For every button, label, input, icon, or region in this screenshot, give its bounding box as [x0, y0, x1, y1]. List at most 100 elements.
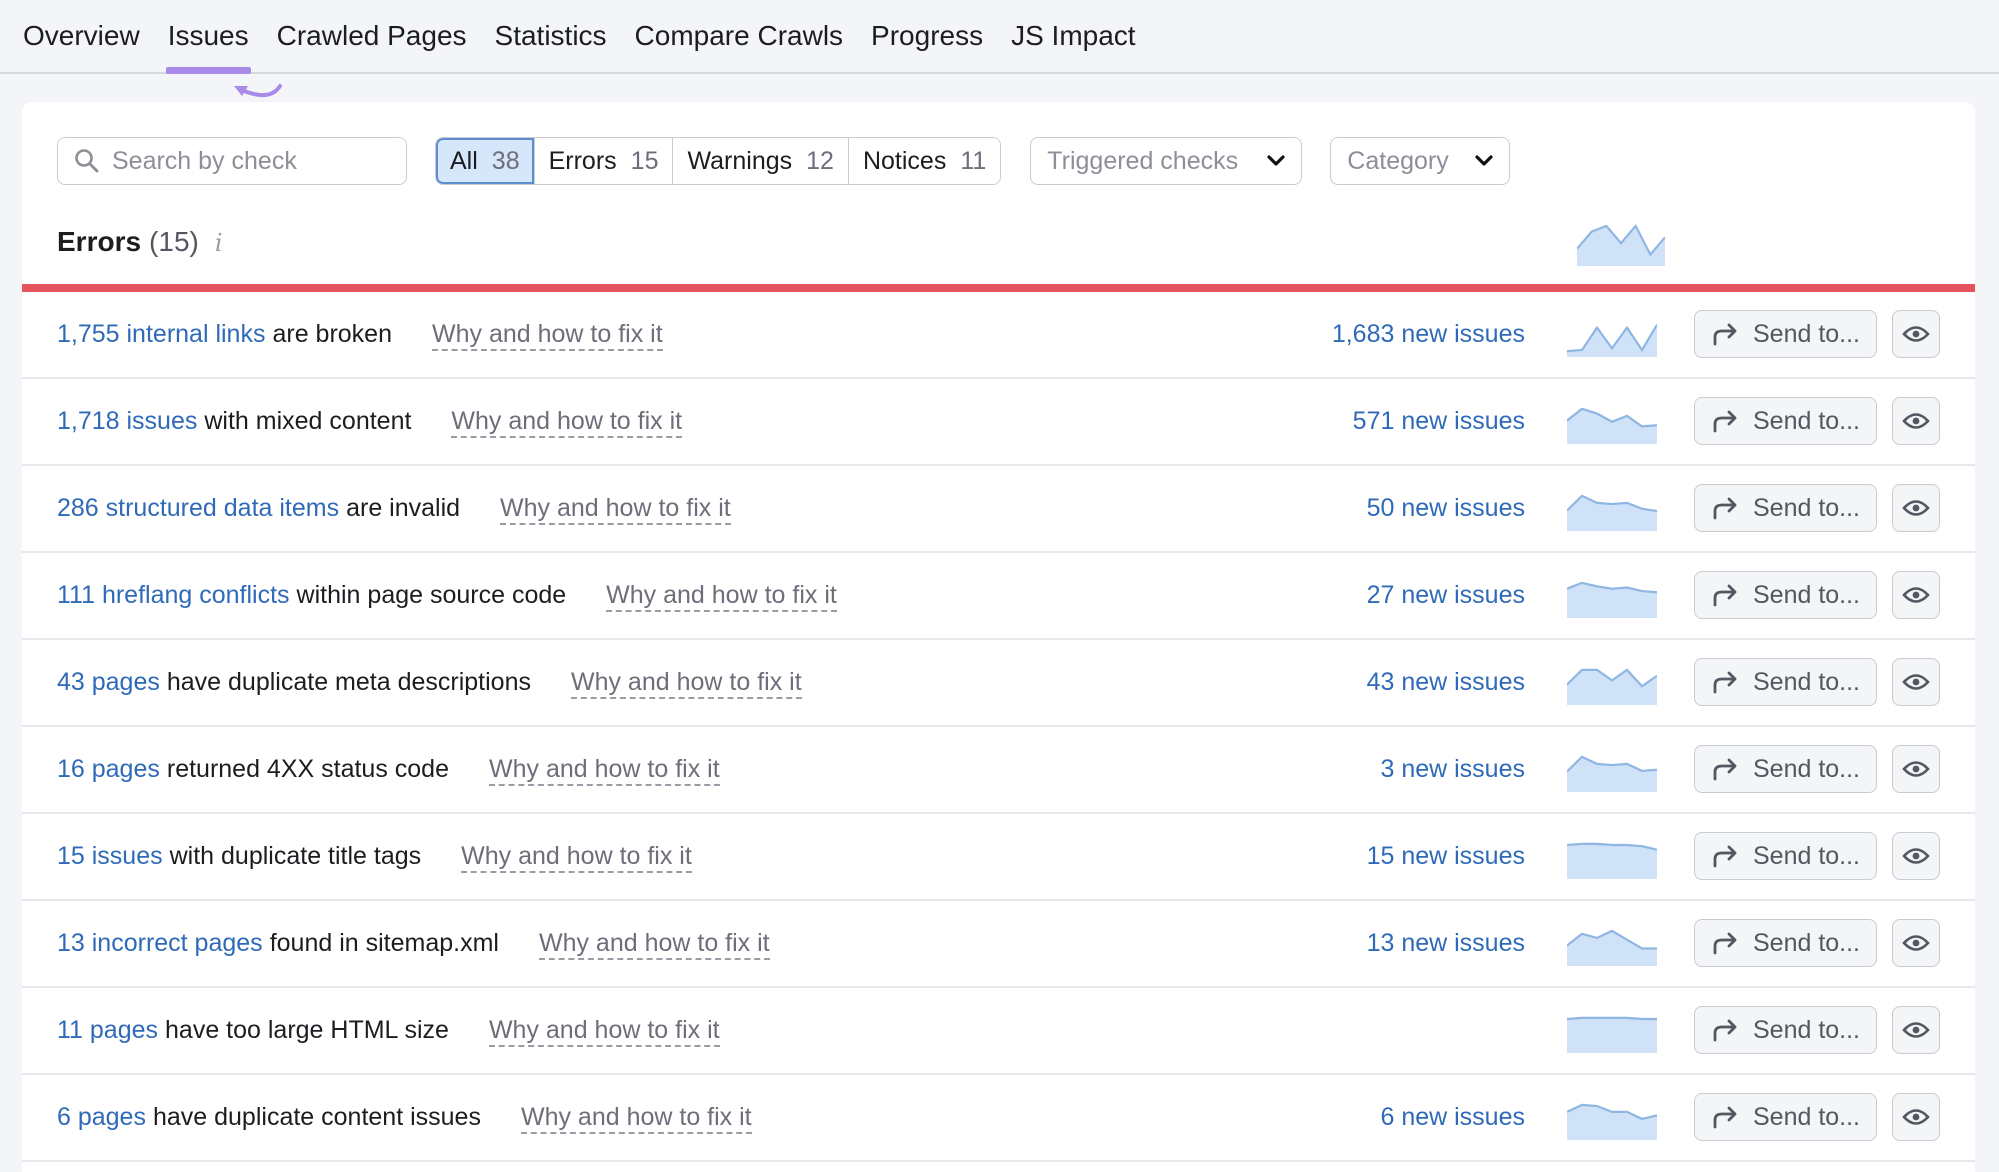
issue-description: 43 pages have duplicate meta description…: [57, 640, 802, 725]
why-and-how-to-fix-link[interactable]: Why and how to fix it: [500, 493, 731, 525]
triggered-checks-dropdown[interactable]: Triggered checks: [1030, 137, 1303, 185]
why-and-how-to-fix-link[interactable]: Why and how to fix it: [461, 841, 692, 873]
send-to-button[interactable]: Send to...: [1694, 832, 1877, 880]
eye-icon: [1902, 587, 1930, 603]
new-issues-link[interactable]: 6 new issues: [1380, 1075, 1525, 1160]
send-to-label: Send to...: [1752, 667, 1861, 696]
why-and-how-to-fix-link[interactable]: Why and how to fix it: [606, 580, 837, 612]
issue-count-link[interactable]: 11 pages: [57, 1016, 158, 1045]
send-to-label: Send to...: [1752, 580, 1861, 609]
issue-count-link[interactable]: 1,755 internal links: [57, 320, 265, 349]
new-issues-link[interactable]: 13 new issues: [1367, 901, 1525, 986]
tab-issues[interactable]: Issues: [165, 20, 251, 74]
send-to-label: Send to...: [1752, 1102, 1861, 1131]
search-box[interactable]: [57, 137, 407, 185]
tab-compare-crawls[interactable]: Compare Crawls: [635, 20, 844, 72]
filter-toolbar: All 38 Errors 15 Warnings 12 Notices 11 …: [57, 137, 1511, 185]
issue-text: have too large HTML size: [165, 1016, 449, 1044]
send-to-label: Send to...: [1752, 493, 1861, 522]
send-to-button[interactable]: Send to...: [1694, 484, 1877, 532]
issue-text: found in sitemap.xml: [269, 929, 499, 957]
sparkline-area: [1567, 756, 1657, 792]
send-to-button[interactable]: Send to...: [1694, 1006, 1877, 1054]
new-issues-link[interactable]: 27 new issues: [1367, 553, 1525, 638]
view-button[interactable]: [1892, 571, 1940, 619]
info-icon[interactable]: i: [215, 229, 223, 257]
why-and-how-to-fix-link[interactable]: Why and how to fix it: [489, 754, 720, 786]
send-to-button[interactable]: Send to...: [1694, 397, 1877, 445]
send-to-button[interactable]: Send to...: [1694, 571, 1877, 619]
search-input[interactable]: [112, 146, 392, 176]
filter-all[interactable]: All 38: [436, 138, 534, 184]
share-arrow-icon: [1713, 671, 1737, 694]
new-issues-link[interactable]: 15 new issues: [1367, 814, 1525, 899]
new-issues-link[interactable]: 43 new issues: [1367, 640, 1525, 725]
why-and-how-to-fix-link[interactable]: Why and how to fix it: [520, 1102, 752, 1134]
issue-description: 15 issues with duplicate title tags Why …: [57, 814, 692, 899]
filter-warnings[interactable]: Warnings 12: [672, 138, 848, 184]
issue-text: within page source code: [296, 581, 567, 609]
view-button[interactable]: [1892, 658, 1940, 706]
issue-count-link[interactable]: 43 pages: [57, 668, 160, 697]
issue-count-link[interactable]: 15 issues: [57, 842, 163, 871]
sparkline-area: [1567, 495, 1657, 531]
tab-statistics[interactable]: Statistics: [495, 20, 607, 72]
send-to-button[interactable]: Send to...: [1694, 658, 1877, 706]
issue-count-link[interactable]: 1,718 issues: [57, 407, 197, 436]
view-button[interactable]: [1892, 484, 1940, 532]
issue-row: 16 pages returned 4XX status code Why an…: [22, 727, 1975, 814]
tab-overview[interactable]: Overview: [23, 20, 140, 72]
new-issues-link[interactable]: 1,683 new issues: [1332, 292, 1525, 377]
view-button[interactable]: [1892, 1006, 1940, 1054]
issue-count-link[interactable]: 13 incorrect pages: [57, 929, 263, 958]
issue-text: are broken: [272, 320, 392, 348]
sparkline-area: [1567, 1017, 1657, 1053]
tab-progress[interactable]: Progress: [871, 20, 983, 72]
view-button[interactable]: [1892, 832, 1940, 880]
why-and-how-to-fix-link[interactable]: Why and how to fix it: [538, 928, 770, 960]
eye-icon: [1902, 326, 1930, 342]
issue-type-filter: All 38 Errors 15 Warnings 12 Notices 11: [435, 137, 1002, 185]
issue-description: 1,755 internal links are broken Why and …: [57, 292, 663, 377]
view-button[interactable]: [1892, 1093, 1940, 1141]
view-button[interactable]: [1892, 919, 1940, 967]
filter-notices[interactable]: Notices 11: [847, 138, 1001, 184]
issue-row: 43 pages have duplicate meta description…: [22, 640, 1975, 727]
why-and-how-to-fix-link[interactable]: Why and how to fix it: [432, 319, 663, 351]
new-issues-link[interactable]: 50 new issues: [1367, 466, 1525, 551]
why-and-how-to-fix-link[interactable]: Why and how to fix it: [451, 406, 683, 438]
issue-trend-sparkline: [1567, 1016, 1657, 1053]
issue-count-link[interactable]: 111 hreflang conflicts: [57, 581, 290, 610]
filter-errors[interactable]: Errors 15: [533, 138, 673, 184]
send-to-button[interactable]: Send to...: [1694, 1093, 1877, 1141]
sparkline-line: [1567, 324, 1657, 353]
why-and-how-to-fix-link[interactable]: Why and how to fix it: [488, 1015, 720, 1047]
issue-count-link[interactable]: 286 structured data items: [57, 494, 339, 523]
view-button[interactable]: [1892, 397, 1940, 445]
eye-icon: [1902, 1022, 1930, 1038]
send-to-button[interactable]: Send to...: [1694, 919, 1877, 967]
tab-crawled-pages[interactable]: Crawled Pages: [277, 20, 467, 72]
report-tabs: Overview Issues Crawled Pages Statistics…: [0, 0, 1999, 74]
send-to-label: Send to...: [1752, 841, 1861, 870]
issue-count-link[interactable]: 16 pages: [57, 755, 160, 784]
tab-js-impact[interactable]: JS Impact: [1011, 20, 1135, 72]
eye-icon: [1902, 674, 1930, 690]
send-to-button[interactable]: Send to...: [1694, 745, 1877, 793]
share-arrow-icon: [1713, 584, 1737, 607]
issue-text: with duplicate title tags: [169, 842, 422, 870]
category-dropdown[interactable]: Category: [1330, 137, 1511, 185]
new-issues-link[interactable]: 571 new issues: [1353, 379, 1525, 464]
share-arrow-icon: [1713, 323, 1737, 346]
view-button[interactable]: [1892, 745, 1940, 793]
sparkline-area: [1567, 324, 1657, 357]
send-to-button[interactable]: Send to...: [1694, 310, 1877, 358]
issue-description: 6 pages have duplicate content issues Wh…: [57, 1075, 752, 1160]
why-and-how-to-fix-link[interactable]: Why and how to fix it: [570, 667, 802, 699]
sparkline-line: [1567, 1016, 1657, 1021]
view-button[interactable]: [1892, 310, 1940, 358]
new-issues-link[interactable]: 3 new issues: [1380, 727, 1525, 812]
issue-count-link[interactable]: 6 pages: [57, 1103, 146, 1132]
issue-trend-sparkline: [1567, 755, 1657, 792]
section-title: Errors: [57, 226, 142, 257]
